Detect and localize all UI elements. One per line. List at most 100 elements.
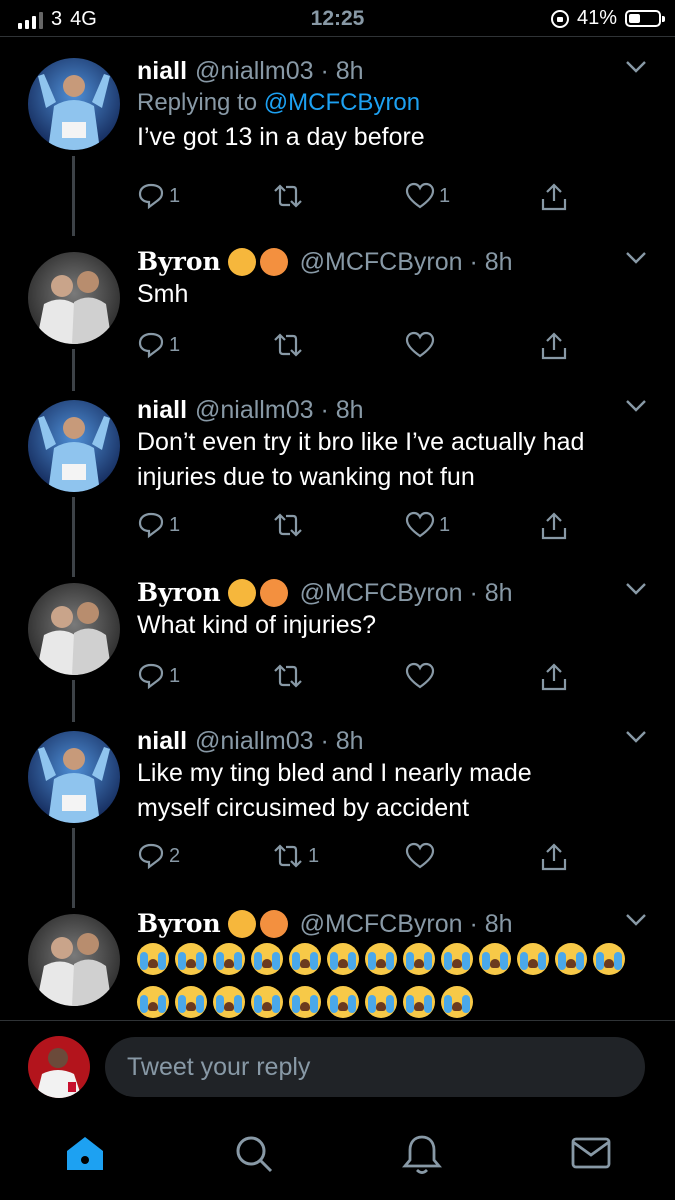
loudly-crying-emoji	[289, 943, 321, 975]
like-button[interactable]	[405, 662, 435, 690]
reply-button[interactable]: 1	[137, 511, 180, 539]
share-button[interactable]	[539, 182, 569, 212]
share-icon	[541, 332, 567, 360]
like-button[interactable]: 1	[405, 511, 450, 539]
display-name[interactable]: Byron	[137, 909, 221, 939]
display-name[interactable]: niall	[137, 56, 187, 86]
avatar[interactable]	[28, 400, 120, 492]
tweet-text: Smh	[137, 280, 189, 308]
tweet-text: Like my ting bled and I nearly made mysel…	[137, 759, 532, 822]
status-bar: 3 4G 12:25 41%	[0, 0, 675, 38]
chevron-down-icon[interactable]	[625, 730, 647, 749]
share-button[interactable]	[539, 331, 569, 361]
retweet-icon	[274, 333, 302, 357]
timestamp: 8h	[484, 248, 513, 276]
my-avatar[interactable]	[28, 1036, 90, 1098]
orientation-lock-icon	[550, 9, 569, 28]
loudly-crying-emoji	[403, 986, 435, 1018]
handle[interactable]: @MCFCByron	[300, 909, 463, 939]
loudly-crying-emoji	[441, 986, 473, 1018]
reply-to-link[interactable]: @MCFCByron	[264, 89, 420, 116]
loudly-crying-emoji	[289, 986, 321, 1018]
handle[interactable]: @MCFCByron	[300, 247, 463, 277]
like-icon	[405, 842, 435, 869]
avatar[interactable]	[28, 731, 120, 823]
like-icon	[405, 662, 435, 689]
chevron-down-icon[interactable]	[625, 60, 647, 79]
retweet-icon	[274, 844, 302, 868]
tab-home[interactable]	[64, 1134, 106, 1179]
handle[interactable]: @niallm03	[195, 56, 313, 86]
display-name[interactable]: Byron	[137, 578, 221, 608]
like-icon	[405, 331, 435, 358]
avatar[interactable]	[28, 914, 120, 1006]
loudly-crying-emoji	[441, 943, 473, 975]
handle[interactable]: @MCFCByron	[300, 578, 463, 608]
hot-face-emoji	[227, 910, 256, 938]
display-name[interactable]: niall	[137, 726, 187, 756]
share-icon	[541, 512, 567, 540]
retweet-button[interactable]: 1	[272, 842, 319, 870]
loudly-crying-emoji	[403, 943, 435, 975]
tab-bar	[0, 1118, 675, 1198]
retweet-button[interactable]	[272, 511, 304, 539]
like-button[interactable]	[405, 842, 435, 870]
retweet-button[interactable]	[272, 662, 304, 690]
reply-button[interactable]: 1	[137, 331, 180, 359]
tab-search[interactable]	[234, 1134, 274, 1179]
hot-face-emoji	[259, 579, 288, 607]
retweet-icon	[274, 513, 302, 537]
share-icon	[541, 183, 567, 211]
thread-line	[72, 828, 75, 908]
retweet-button[interactable]	[272, 331, 304, 359]
reply-composer: Tweet your reply	[0, 1036, 675, 1098]
share-icon	[541, 843, 567, 871]
handle[interactable]: @niallm03	[195, 395, 313, 425]
loudly-crying-emoji	[137, 943, 169, 975]
loudly-crying-emoji	[517, 943, 549, 975]
hot-face-emoji	[259, 910, 288, 938]
tab-messages[interactable]	[570, 1134, 612, 1177]
loudly-crying-emoji	[213, 943, 245, 975]
battery-percent: 41%	[576, 7, 617, 29]
chevron-down-icon[interactable]	[625, 399, 647, 418]
loudly-crying-emoji	[137, 986, 169, 1018]
home-icon	[67, 1137, 103, 1170]
like-icon	[405, 511, 435, 538]
display-name[interactable]: Byron	[137, 247, 221, 277]
loudly-crying-emoji	[327, 943, 359, 975]
loudly-crying-emoji	[175, 986, 207, 1018]
share-button[interactable]	[539, 662, 569, 692]
chevron-down-icon[interactable]	[625, 913, 647, 932]
timestamp: 8h	[484, 579, 513, 607]
reply-button[interactable]: 2	[137, 842, 180, 870]
battery-icon	[625, 10, 665, 27]
chevron-down-icon[interactable]	[625, 582, 647, 601]
retweet-button[interactable]	[272, 182, 308, 210]
share-icon	[541, 663, 567, 691]
loudly-crying-emoji	[365, 986, 397, 1018]
reply-input[interactable]: Tweet your reply	[105, 1037, 645, 1097]
loudly-crying-emoji	[251, 986, 283, 1018]
messages-icon	[571, 1137, 611, 1169]
avatar[interactable]	[28, 252, 120, 344]
handle[interactable]: @niallm03	[195, 726, 313, 756]
display-name[interactable]: niall	[137, 395, 187, 425]
thread-line	[72, 680, 75, 722]
chevron-down-icon[interactable]	[625, 251, 647, 270]
like-button[interactable]: 1	[405, 182, 450, 210]
reply-icon	[138, 512, 164, 539]
share-button[interactable]	[539, 511, 569, 541]
avatar[interactable]	[28, 58, 120, 150]
reply-button[interactable]: 1	[137, 182, 180, 210]
loudly-crying-emoji	[327, 986, 359, 1018]
compose-divider	[0, 1020, 675, 1021]
like-button[interactable]	[405, 331, 435, 359]
hot-face-emoji	[227, 248, 256, 276]
retweet-icon	[274, 664, 302, 688]
share-button[interactable]	[539, 842, 569, 872]
loudly-crying-emoji	[251, 943, 283, 975]
avatar[interactable]	[28, 583, 120, 675]
reply-button[interactable]: 1	[137, 662, 180, 690]
tab-notifications[interactable]	[402, 1134, 442, 1181]
